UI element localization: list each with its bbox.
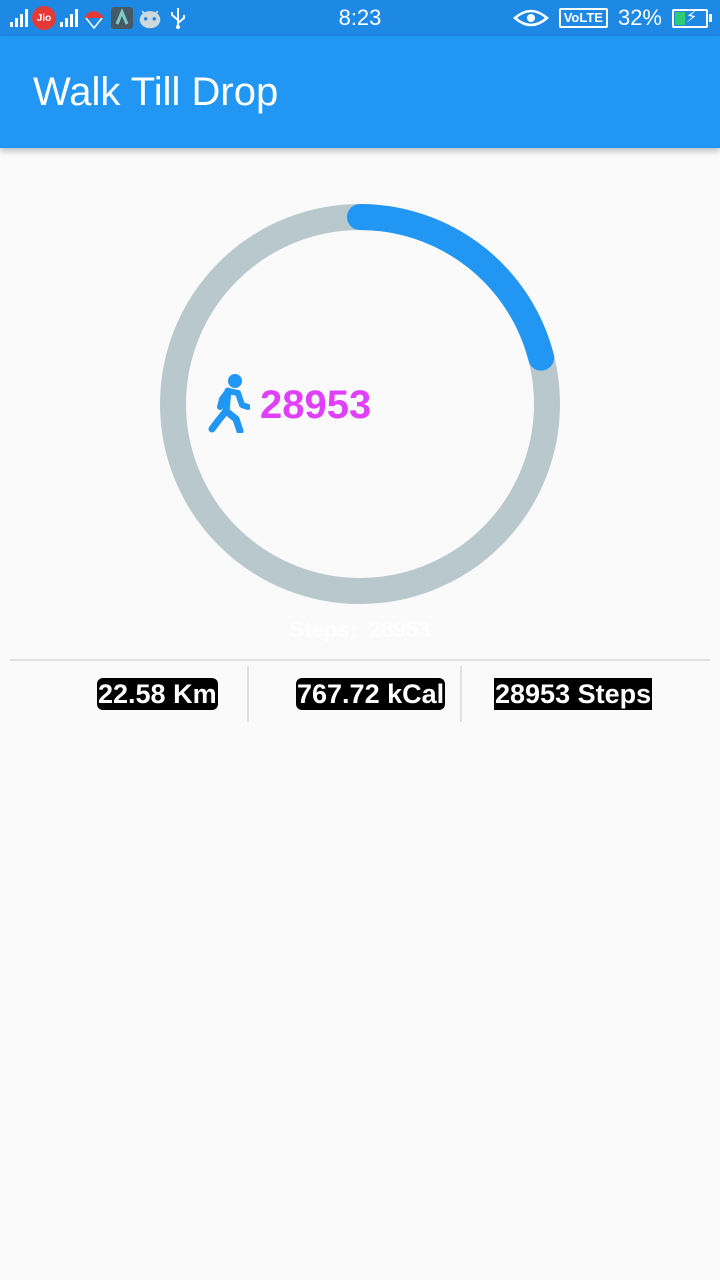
- eye-icon: [512, 6, 549, 30]
- app-bar: Walk Till Drop: [0, 36, 720, 148]
- app-title: Walk Till Drop: [33, 70, 279, 114]
- steps-caption: Steps: 28953: [289, 617, 431, 642]
- calories-value: 767.72 kCal: [296, 678, 446, 710]
- divider: [10, 659, 710, 661]
- walking-person-icon: [208, 373, 251, 438]
- distance-value: 22.58 Km: [97, 678, 218, 710]
- volte-badge: VoLTE: [558, 8, 608, 28]
- status-bar: Jio 8:23 VoLTE 32% ⚡: [0, 0, 720, 36]
- column-divider: [247, 666, 249, 722]
- step-count: 28953: [260, 382, 372, 427]
- status-right-icons: VoLTE 32% ⚡: [512, 4, 712, 32]
- battery-icon: ⚡: [672, 8, 712, 28]
- steps-value: 28953 Steps: [494, 678, 653, 710]
- step-count-display: 28953: [208, 373, 372, 438]
- battery-percent: 32%: [617, 5, 662, 30]
- column-divider: [460, 666, 462, 722]
